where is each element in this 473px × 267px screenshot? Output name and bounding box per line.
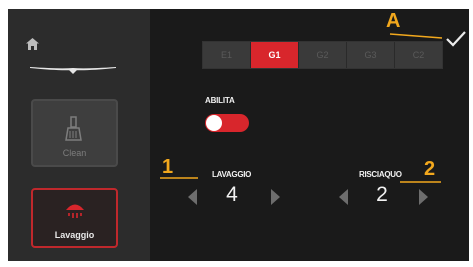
rinse-increment-icon[interactable] bbox=[419, 189, 428, 205]
wash-value: 4 bbox=[226, 183, 238, 206]
app-screen: Clean Lavaggio E1 G1 G2 G3 C2 ABILITA LA… bbox=[8, 9, 469, 261]
enable-toggle[interactable] bbox=[205, 114, 249, 132]
lavaggio-button[interactable]: Lavaggio bbox=[31, 188, 118, 248]
wash-label: LAVAGGIO bbox=[212, 170, 252, 179]
main-panel: E1 G1 G2 G3 C2 ABILITA LAVAGGIO 4 RISCIA… bbox=[150, 9, 469, 261]
rinse-value: 2 bbox=[376, 183, 388, 206]
tab-c2[interactable]: C2 bbox=[395, 42, 442, 68]
brush-icon bbox=[64, 116, 82, 141]
enable-label: ABILITA bbox=[205, 96, 235, 105]
tab-g3[interactable]: G3 bbox=[347, 42, 395, 68]
tab-g2[interactable]: G2 bbox=[299, 42, 347, 68]
tab-e1[interactable]: E1 bbox=[203, 42, 251, 68]
check-icon[interactable] bbox=[445, 30, 467, 48]
program-tabs: E1 G1 G2 G3 C2 bbox=[202, 41, 443, 69]
home-icon[interactable] bbox=[26, 38, 39, 50]
clean-button[interactable]: Clean bbox=[31, 99, 118, 167]
annotation-1: 1 bbox=[162, 156, 174, 178]
wash-icon bbox=[65, 204, 84, 218]
wash-increment-icon[interactable] bbox=[271, 189, 280, 205]
rinse-label: RISCIAQUO bbox=[359, 170, 402, 179]
wash-decrement-icon[interactable] bbox=[188, 189, 197, 205]
brand-logo bbox=[30, 67, 116, 74]
sidebar: Clean Lavaggio bbox=[8, 9, 150, 261]
lavaggio-label: Lavaggio bbox=[54, 230, 95, 240]
annotation-2: 2 bbox=[424, 158, 436, 180]
toggle-knob bbox=[206, 115, 222, 131]
annotation-a: A bbox=[386, 10, 401, 32]
tab-g1[interactable]: G1 bbox=[251, 42, 299, 68]
clean-label: Clean bbox=[62, 148, 87, 158]
rinse-decrement-icon[interactable] bbox=[339, 189, 348, 205]
